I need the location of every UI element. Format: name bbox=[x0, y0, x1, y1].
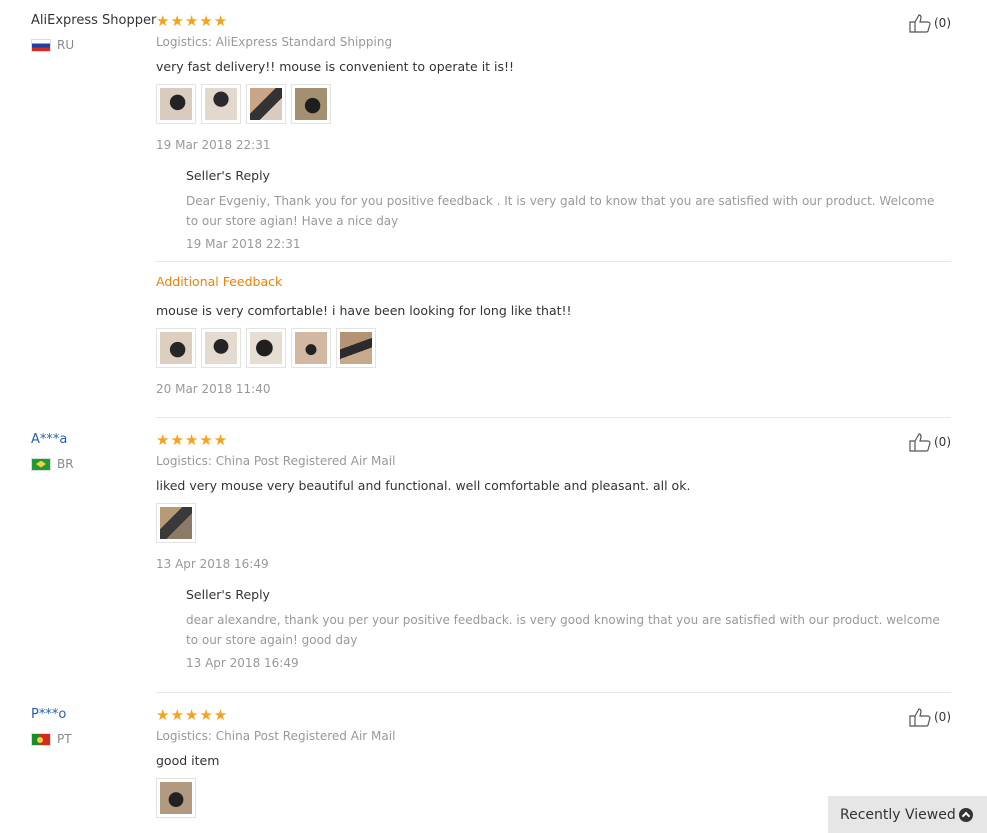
review-date: 19 Mar 2018 22:31 bbox=[156, 138, 271, 152]
review-photo[interactable] bbox=[156, 778, 196, 818]
reviewer-country: BR bbox=[31, 457, 151, 471]
review-separator bbox=[156, 692, 951, 693]
reviewer-info: AliExpress Shopper RU bbox=[31, 13, 157, 52]
reviewer-name: AliExpress Shopper bbox=[31, 13, 157, 28]
chevron-up-circle-icon bbox=[959, 807, 973, 822]
logistics-info: Logistics: AliExpress Standard Shipping bbox=[156, 35, 393, 49]
seller-reply-title: Seller's Reply bbox=[186, 587, 270, 602]
country-code: RU bbox=[57, 38, 75, 52]
seller-reply: Seller's Reply dear alexandre, thank you… bbox=[186, 587, 951, 670]
review-photos bbox=[156, 503, 951, 543]
recently-viewed-label: Recently Viewed bbox=[840, 806, 956, 823]
divider bbox=[156, 261, 951, 262]
star-rating: ★★★★★ bbox=[156, 12, 229, 30]
additional-feedback-date: 20 Mar 2018 11:40 bbox=[156, 382, 271, 396]
review-photo[interactable] bbox=[336, 328, 376, 368]
reviewer-name[interactable]: P***o bbox=[31, 707, 151, 722]
reviewer-country: RU bbox=[31, 38, 151, 52]
seller-reply: Seller's Reply Dear Evgeniy, Thank you f… bbox=[186, 168, 951, 251]
review-photo[interactable] bbox=[246, 84, 286, 124]
seller-reply-date: 13 Apr 2018 16:49 bbox=[186, 656, 299, 670]
review-separator bbox=[156, 417, 951, 418]
review-photo[interactable] bbox=[156, 328, 196, 368]
logistics-info: Logistics: China Post Registered Air Mai… bbox=[156, 454, 396, 468]
additional-feedback-label: Additional Feedback bbox=[156, 274, 283, 289]
seller-reply-text: Dear Evgeniy, Thank you for you positive… bbox=[186, 194, 935, 228]
review-date: 13 Apr 2018 16:49 bbox=[156, 557, 269, 571]
review-photo[interactable] bbox=[201, 328, 241, 368]
review-photo[interactable] bbox=[156, 84, 196, 124]
country-code: PT bbox=[57, 732, 72, 746]
review-photo[interactable] bbox=[246, 328, 286, 368]
country-code: BR bbox=[57, 457, 74, 471]
review-photo[interactable] bbox=[156, 503, 196, 543]
logistics-info: Logistics: China Post Registered Air Mai… bbox=[156, 729, 396, 743]
star-rating: ★★★★★ bbox=[156, 431, 229, 449]
flag-ru-icon bbox=[31, 38, 51, 52]
review-photo[interactable] bbox=[201, 84, 241, 124]
reviewer-name[interactable]: A***a bbox=[31, 432, 151, 447]
star-rating: ★★★★★ bbox=[156, 706, 229, 724]
review-text: good item bbox=[156, 753, 220, 768]
review-photos bbox=[156, 84, 951, 124]
review-text: liked very mouse very beautiful and func… bbox=[156, 478, 691, 493]
reviewer-info: A***a BR bbox=[31, 432, 151, 471]
additional-feedback-text: mouse is very comfortable! i have been l… bbox=[156, 303, 572, 318]
seller-reply-text: dear alexandre, thank you per your posit… bbox=[186, 613, 940, 647]
review-photo[interactable] bbox=[291, 328, 331, 368]
flag-br-icon bbox=[31, 457, 51, 471]
seller-reply-date: 19 Mar 2018 22:31 bbox=[186, 237, 301, 251]
review-content: ★★★★★ Logistics: China Post Registered A… bbox=[156, 432, 951, 670]
reviewer-info: P***o PT bbox=[31, 707, 151, 746]
review-photo[interactable] bbox=[291, 84, 331, 124]
additional-photos bbox=[156, 328, 951, 368]
review-text: very fast delivery!! mouse is convenient… bbox=[156, 59, 515, 74]
seller-reply-title: Seller's Reply bbox=[186, 168, 270, 183]
reviewer-country: PT bbox=[31, 732, 151, 746]
recently-viewed-button[interactable]: Recently Viewed bbox=[828, 796, 987, 833]
review-content: ★★★★★ Logistics: AliExpress Standard Shi… bbox=[156, 13, 951, 396]
flag-pt-icon bbox=[31, 732, 51, 746]
